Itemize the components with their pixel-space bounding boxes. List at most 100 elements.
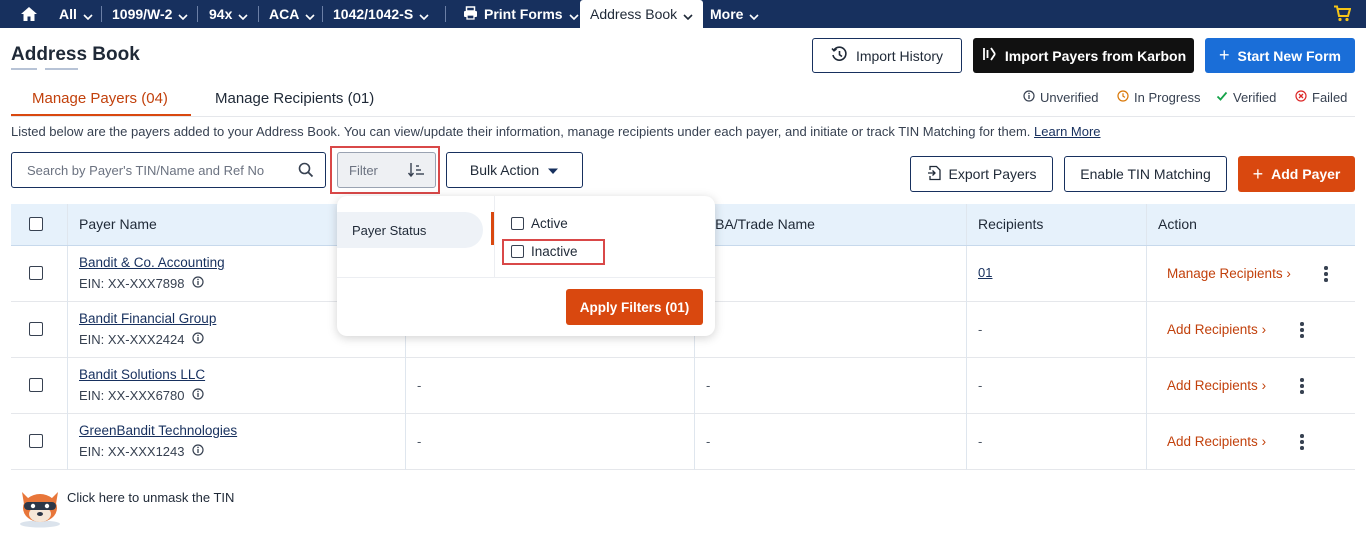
inactive-checkbox[interactable] xyxy=(511,245,524,258)
chevron-down-icon xyxy=(305,1,315,29)
add-payer-button[interactable]: + Add Payer xyxy=(1238,156,1355,192)
add-recipients-link[interactable]: Add Recipients › xyxy=(1167,434,1266,449)
unmask-tin-text[interactable]: Click here to unmask the TIN xyxy=(67,490,234,505)
more-options-icon[interactable] xyxy=(1324,266,1328,284)
top-nav-bar: All 1099/W-2 94x ACA 1042/1042-S Print F… xyxy=(0,0,1366,28)
payer-ein: EIN: XX-XXX2424 xyxy=(79,332,204,347)
x-circle-icon xyxy=(1295,90,1307,105)
page-title: Address Book xyxy=(11,44,140,65)
nav-item-1042[interactable]: 1042/1042-S xyxy=(333,0,429,28)
karbon-logo-icon xyxy=(981,46,997,65)
nav-item-address-book[interactable]: Address Book xyxy=(580,0,704,28)
payer-name-link[interactable]: GreenBandit Technologies xyxy=(79,423,237,438)
dba-cell: - xyxy=(706,434,711,449)
manage-recipients-link[interactable]: Manage Recipients › xyxy=(1167,266,1291,281)
search-icon[interactable] xyxy=(298,162,314,183)
import-history-button[interactable]: Import History xyxy=(812,38,962,73)
column-header-dba: DBA/Trade Name xyxy=(705,216,815,232)
payer-name-link[interactable]: Bandit & Co. Accounting xyxy=(79,255,225,270)
caret-down-icon xyxy=(547,162,559,178)
recipients-cell: - xyxy=(978,434,983,449)
row-checkbox[interactable] xyxy=(29,378,43,392)
chevron-down-icon xyxy=(749,1,760,29)
info-circle-icon xyxy=(1023,90,1035,105)
more-options-icon[interactable] xyxy=(1300,322,1304,340)
recipients-count-link[interactable]: 01 xyxy=(978,265,992,280)
legend-failed: Failed xyxy=(1295,90,1347,105)
chevron-down-icon xyxy=(419,1,429,29)
add-recipients-link[interactable]: Add Recipients › xyxy=(1167,378,1266,393)
cart-icon[interactable] xyxy=(1333,5,1352,27)
sort-icon xyxy=(407,162,425,183)
clock-icon xyxy=(1117,90,1129,105)
history-icon xyxy=(831,45,848,66)
active-tab-indicator xyxy=(11,114,191,116)
chevron-right-icon: › xyxy=(1261,434,1267,449)
row-checkbox[interactable] xyxy=(29,434,43,448)
bulk-action-dropdown[interactable]: Bulk Action xyxy=(446,152,583,188)
nav-item-print-forms[interactable]: Print Forms xyxy=(463,0,579,28)
info-circle-icon[interactable] xyxy=(191,276,204,291)
tab-manage-recipients[interactable]: Manage Recipients (01) xyxy=(215,90,374,107)
recipients-cell: - xyxy=(978,378,983,393)
payer-name-link[interactable]: Bandit Financial Group xyxy=(79,311,216,326)
chevron-down-icon xyxy=(178,1,188,29)
legend-verified: Verified xyxy=(1216,90,1276,105)
chevron-down-icon xyxy=(569,1,579,29)
chevron-down-icon xyxy=(83,1,93,29)
add-recipients-link[interactable]: Add Recipients › xyxy=(1167,322,1266,337)
payer-name-link[interactable]: Bandit Solutions LLC xyxy=(79,367,205,382)
recipients-cell: - xyxy=(978,322,983,337)
more-options-icon[interactable] xyxy=(1300,434,1304,452)
ref-cell: - xyxy=(417,378,422,393)
tab-divider xyxy=(11,116,1355,117)
search-input[interactable] xyxy=(13,154,283,186)
info-circle-icon[interactable] xyxy=(191,444,204,459)
select-all-checkbox[interactable] xyxy=(29,217,43,231)
chevron-down-icon xyxy=(238,1,248,29)
nav-item-all[interactable]: All xyxy=(59,0,93,28)
import-karbon-button[interactable]: Import Payers from Karbon xyxy=(973,38,1194,73)
nav-item-1099-w2[interactable]: 1099/W-2 xyxy=(112,0,188,28)
dba-cell: - xyxy=(706,378,711,393)
row-checkbox[interactable] xyxy=(29,322,43,336)
active-checkbox[interactable] xyxy=(511,217,524,230)
title-underline xyxy=(11,68,37,70)
filter-category-item[interactable]: Payer Status xyxy=(337,212,483,248)
chevron-right-icon: › xyxy=(1261,322,1267,337)
printer-icon xyxy=(463,1,478,29)
payer-ein: EIN: XX-XXX1243 xyxy=(79,444,204,459)
page-description: Listed below are the payers added to you… xyxy=(11,124,1101,139)
option-active[interactable]: Active xyxy=(511,216,568,231)
legend-in-progress: In Progress xyxy=(1117,90,1200,105)
payer-ein: EIN: XX-XXX7898 xyxy=(79,276,204,291)
check-icon xyxy=(1216,90,1228,105)
start-new-form-button[interactable]: + Start New Form xyxy=(1205,38,1355,73)
info-circle-icon[interactable] xyxy=(191,388,204,403)
learn-more-link[interactable]: Learn More xyxy=(1034,124,1100,139)
option-inactive[interactable]: Inactive xyxy=(511,244,578,259)
nav-item-aca[interactable]: ACA xyxy=(269,0,315,28)
table-row: Bandit Solutions LLC EIN: XX-XXX6780 - -… xyxy=(11,358,1355,414)
more-options-icon[interactable] xyxy=(1300,378,1304,396)
nav-item-more[interactable]: More xyxy=(710,0,760,29)
chevron-right-icon: › xyxy=(1261,378,1267,393)
export-icon xyxy=(927,165,941,184)
info-circle-icon[interactable] xyxy=(191,332,204,347)
ref-cell: - xyxy=(417,434,422,449)
mascot-icon[interactable] xyxy=(16,484,64,533)
filter-dropdown[interactable]: Filter xyxy=(337,152,436,188)
home-icon[interactable] xyxy=(20,6,38,27)
legend-unverified: Unverified xyxy=(1023,90,1099,105)
plus-icon: + xyxy=(1252,163,1264,184)
payer-ein: EIN: XX-XXX6780 xyxy=(79,388,204,403)
row-checkbox[interactable] xyxy=(29,266,43,280)
column-header-recipients: Recipients xyxy=(978,216,1044,232)
nav-item-94x[interactable]: 94x xyxy=(209,0,248,28)
filter-popup: Payer Status Active Inactive Apply Filte… xyxy=(337,196,715,336)
enable-tin-matching-button[interactable]: Enable TIN Matching xyxy=(1064,156,1227,192)
export-payers-button[interactable]: Export Payers xyxy=(910,156,1053,192)
tab-manage-payers[interactable]: Manage Payers (04) xyxy=(32,90,168,107)
table-row: GreenBandit Technologies EIN: XX-XXX1243… xyxy=(11,414,1355,470)
apply-filters-button[interactable]: Apply Filters (01) xyxy=(566,289,703,325)
